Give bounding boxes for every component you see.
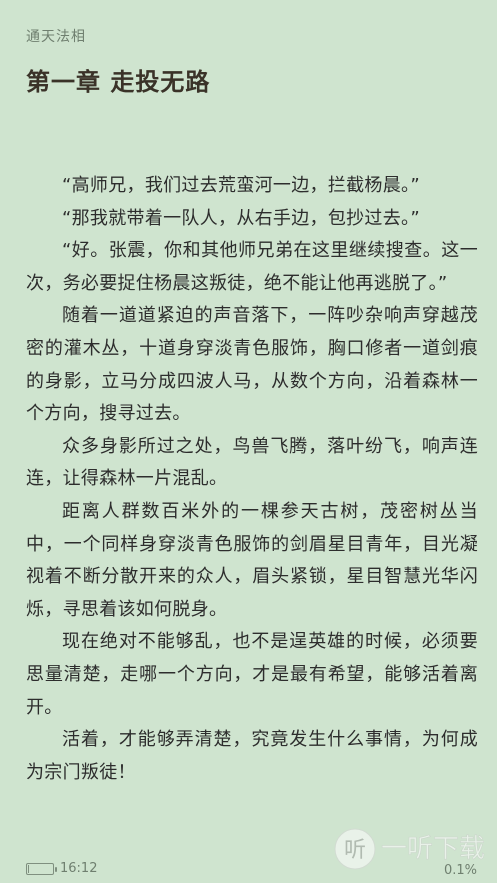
paragraph: 众多身影所过之处，鸟兽飞腾，落叶纷飞，响声连连，让得森林一片混乱。 (26, 435, 478, 490)
chapter-title: 第一章 走投无路 (26, 68, 211, 96)
reading-progress: 0.1% (443, 863, 477, 878)
status-bar: 16:12 0.1% (0, 858, 497, 883)
paragraph: 随着一道道紧迫的声音落下，一阵吵杂响声穿越茂密的灌木丛，十道身穿淡青色服饰，胸口… (26, 305, 478, 425)
paragraph: 距离人群数百米外的一棵参天古树，茂密树丛当中，一个同样身穿淡青色服饰的剑眉星目青… (26, 500, 478, 620)
battery-icon (26, 863, 57, 875)
reading-content[interactable]: “高师兄，我们过去荒蛮河一边，拦截杨晨。” “那我就带着一队人，从右手边，包抄过… (26, 170, 478, 789)
paragraph: 活着，才能够弄清楚，究竟发生什么事情，为何成为宗门叛徒！ (26, 729, 478, 783)
paragraph: “好。张震，你和其他师兄弟在这里继续搜查。这一次，务必要捉住杨晨这叛徒，绝不能让… (26, 240, 478, 294)
battery-level (28, 865, 29, 873)
book-title: 通天法相 (26, 29, 86, 45)
paragraph: “那我就带着一队人，从右手边，包抄过去。” (62, 207, 420, 229)
clock-time: 16:12 (60, 861, 98, 876)
paragraph: 现在绝对不能够乱，也不是逞英雄的时候，必须要思量清楚，走哪一个方向，才是最有希望… (26, 631, 478, 718)
paragraph: “高师兄，我们过去荒蛮河一边，拦截杨晨。” (62, 175, 420, 196)
